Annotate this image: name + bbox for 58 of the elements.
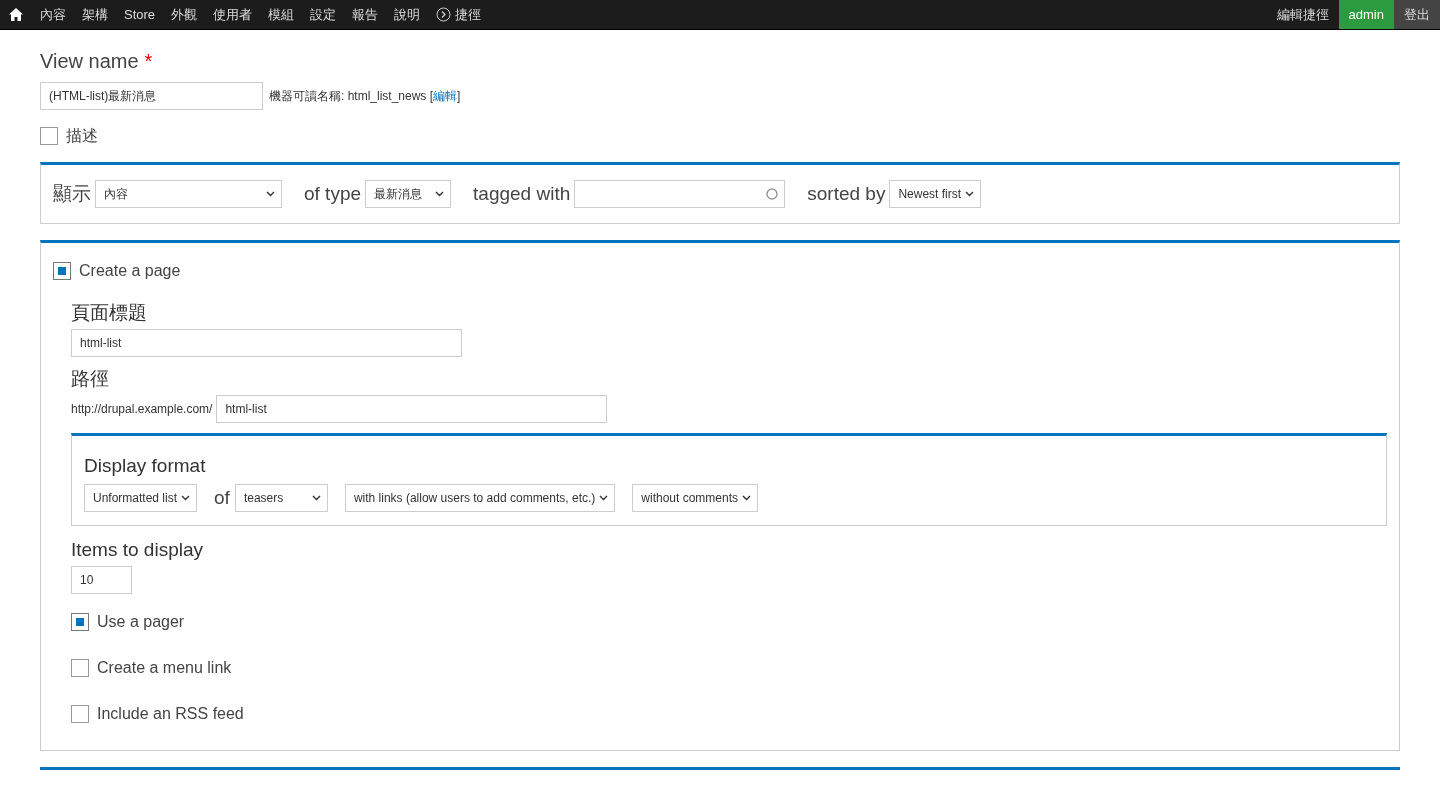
text-field[interactable]: html-list (216, 395, 608, 423)
field-label: sorted by (807, 181, 886, 206)
select-field[interactable]: Newest first (889, 180, 982, 208)
select-field[interactable]: without comments (632, 484, 758, 513)
home-icon[interactable] (9, 8, 23, 21)
field-label: tagged with (473, 181, 571, 206)
url-prefix: http://drupal.example.com/ (71, 401, 213, 418)
toolbar-link[interactable]: 編輯捷徑 (1266, 0, 1339, 29)
checkbox[interactable] (71, 658, 89, 677)
checkbox-label: Include an RSS feed (97, 703, 244, 724)
caret-icon (965, 191, 975, 197)
select-field[interactable]: Unformatted list (84, 484, 198, 513)
checkbox[interactable] (40, 127, 58, 145)
caret-icon (266, 191, 275, 197)
select-field[interactable]: 最新消息 (365, 180, 452, 208)
caret-icon (435, 191, 445, 197)
caret-icon (311, 495, 321, 502)
select-field[interactable]: with links (allow users to add comments, etc.) (344, 484, 616, 513)
checkbox[interactable] (71, 612, 89, 631)
caret-icon (742, 495, 751, 502)
field-label: of (214, 486, 230, 510)
select-field[interactable]: teasers (234, 484, 328, 513)
toolbar-link[interactable]: 說明 (386, 0, 429, 29)
field-label: 顯示 (53, 181, 91, 206)
toolbar-link[interactable]: 外觀 (163, 0, 206, 29)
required-mark: * (144, 49, 153, 74)
checkbox-label: Create a page (79, 261, 181, 281)
caret-icon (599, 495, 609, 502)
throbber-icon (766, 188, 779, 200)
toolbar-link[interactable]: 報告 (344, 0, 387, 29)
checkbox[interactable] (53, 262, 71, 280)
select-field[interactable]: 內容 (95, 180, 282, 208)
toolbar-link[interactable]: 模組 (260, 0, 303, 29)
chevron-circle-icon (436, 7, 452, 22)
toolbar-link[interactable]: Store (116, 0, 164, 29)
checkbox[interactable] (71, 704, 89, 723)
toolbar-link[interactable]: admin (1338, 0, 1394, 29)
shortcuts-link[interactable]: 捷徑 (428, 0, 490, 29)
checkbox-label: Create a menu link (97, 657, 232, 678)
field-label: Items to display (71, 537, 204, 562)
caret-icon (181, 495, 191, 502)
toolbar-link[interactable]: 設定 (302, 0, 345, 29)
machine-name-text: 機器可讀名稱: html_list_news [編輯] (269, 88, 461, 105)
field-label: View name (40, 49, 139, 74)
text-field[interactable]: (HTML-list)最新消息 (40, 82, 263, 110)
toolbar-link[interactable]: 使用者 (205, 0, 261, 29)
text-field[interactable]: 10 (71, 565, 132, 594)
toolbar-link[interactable]: 架構 (74, 0, 116, 29)
autocomplete-field[interactable] (574, 180, 786, 208)
checkbox-label: Use a pager (97, 611, 185, 632)
checkbox-label: 描述 (66, 126, 98, 146)
field-label: of type (304, 181, 362, 206)
toolbar-link[interactable]: 內容 (32, 0, 74, 29)
field-label: 路徑 (71, 367, 110, 391)
field-label: 頁面標題 (71, 301, 148, 325)
field-label: Display format (84, 454, 207, 478)
toolbar-link[interactable]: 登出 (1394, 0, 1440, 29)
text-field[interactable]: html-list (71, 329, 462, 357)
